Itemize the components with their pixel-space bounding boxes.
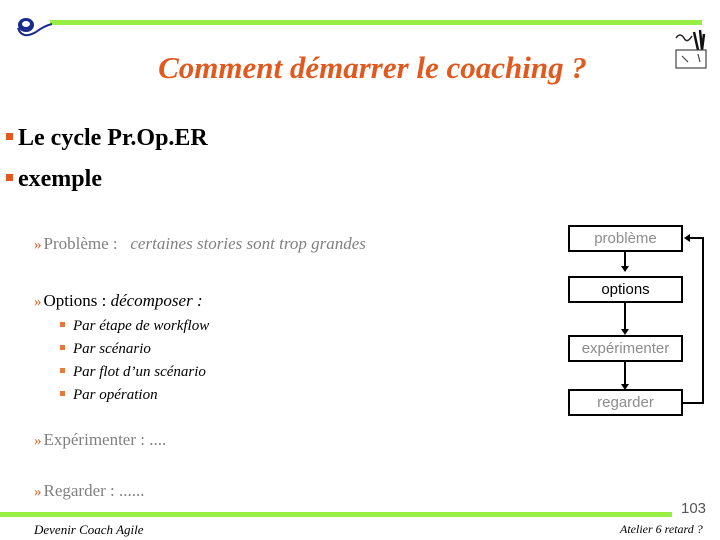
- diagram-box-regarder: regarder: [568, 389, 683, 416]
- diagram-box-experimenter: expérimenter: [568, 335, 683, 362]
- footer-left: Devenir Coach Agile: [34, 522, 144, 537]
- cycle-connectors: [621, 234, 704, 404]
- page-number: 103: [681, 500, 707, 517]
- footer-right: Atelier 6 retard ?: [620, 522, 703, 536]
- diagram-box-probleme: problème: [568, 225, 683, 252]
- arrow-regarder-probleme: [683, 237, 704, 404]
- diagram-box-options: options: [568, 276, 683, 303]
